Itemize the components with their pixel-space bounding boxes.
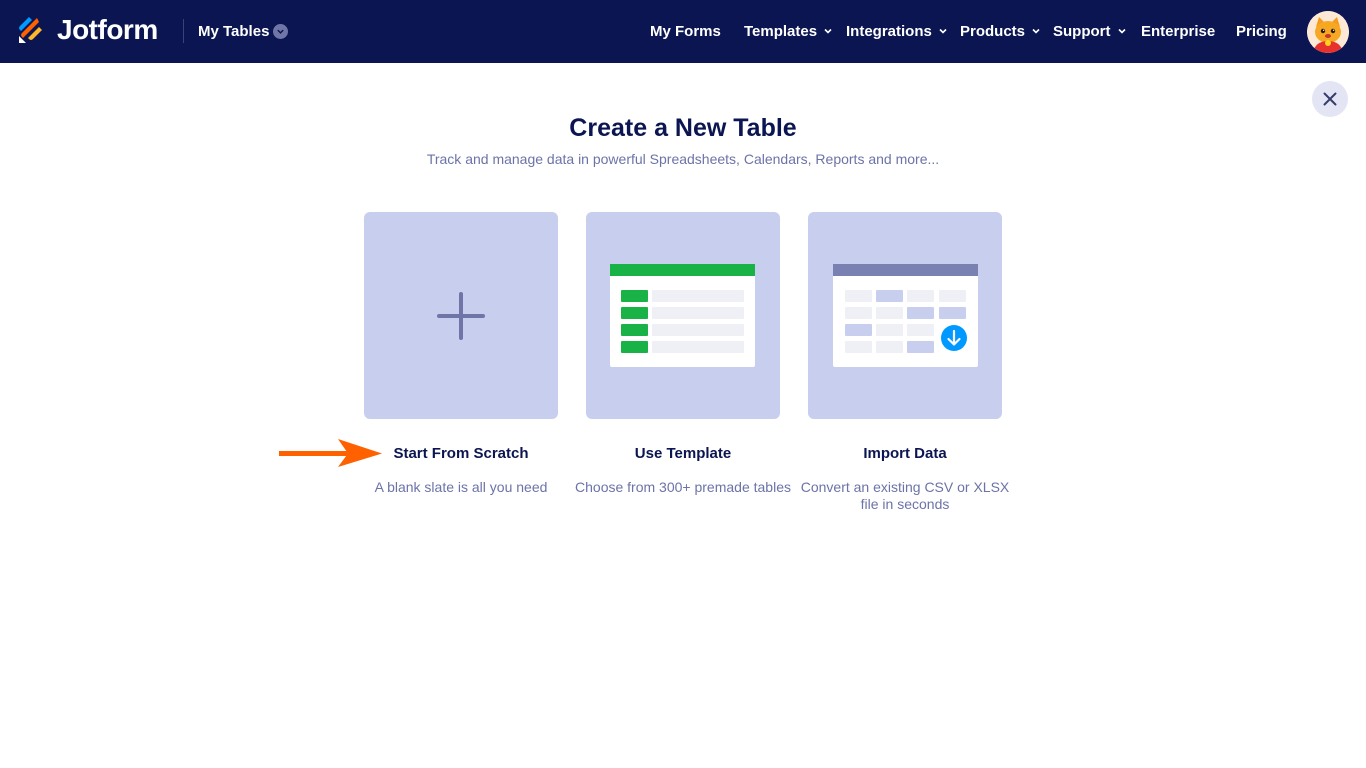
nav-pricing[interactable]: Pricing	[1236, 22, 1287, 40]
page-title: Create a New Table	[569, 114, 797, 142]
use-template-description: Choose from 300+ premade tables	[575, 479, 791, 495]
plus-icon	[437, 292, 485, 340]
top-navigation-bar: Jotform My Tables My Forms Templates Int…	[0, 0, 1366, 63]
start-from-scratch-card[interactable]	[364, 212, 558, 419]
nav-my-forms[interactable]: My Forms	[650, 22, 721, 40]
nav-support[interactable]: Support	[1053, 22, 1127, 40]
import-table-icon	[833, 264, 978, 367]
page-subtitle: Track and manage data in powerful Spread…	[426, 151, 940, 167]
chevron-down-icon	[824, 28, 832, 34]
brand-name[interactable]: Jotform	[57, 13, 158, 47]
chevron-down-icon	[939, 28, 947, 34]
start-from-scratch-label[interactable]: Start From Scratch	[351, 444, 571, 464]
use-template-card[interactable]	[586, 212, 780, 419]
orange-pointer-arrow-icon	[279, 439, 382, 467]
my-tables-label: My Tables	[198, 22, 270, 40]
jotform-logo-icon[interactable]	[17, 14, 45, 44]
header-divider	[183, 19, 184, 43]
my-tables-menu[interactable]: My Tables	[198, 22, 289, 40]
chevron-down-icon	[1032, 28, 1040, 34]
nav-integrations[interactable]: Integrations	[846, 22, 948, 40]
nav-enterprise[interactable]: Enterprise	[1141, 22, 1215, 40]
nav-templates[interactable]: Templates	[744, 22, 833, 40]
close-icon	[1323, 92, 1337, 106]
start-from-scratch-description: A blank slate is all you need	[374, 479, 548, 495]
chevron-down-icon	[1117, 28, 1126, 34]
cat-avatar-icon	[1307, 11, 1349, 53]
nav-products[interactable]: Products	[960, 22, 1041, 40]
chevron-down-icon	[273, 23, 289, 39]
import-data-card[interactable]	[808, 212, 1002, 419]
import-data-description: Convert an existing CSV or XLSX file in …	[800, 479, 1010, 512]
import-data-label[interactable]: Import Data	[795, 444, 1015, 464]
spreadsheet-template-icon	[610, 264, 755, 367]
user-avatar[interactable]	[1307, 11, 1349, 53]
use-template-label[interactable]: Use Template	[573, 444, 793, 464]
